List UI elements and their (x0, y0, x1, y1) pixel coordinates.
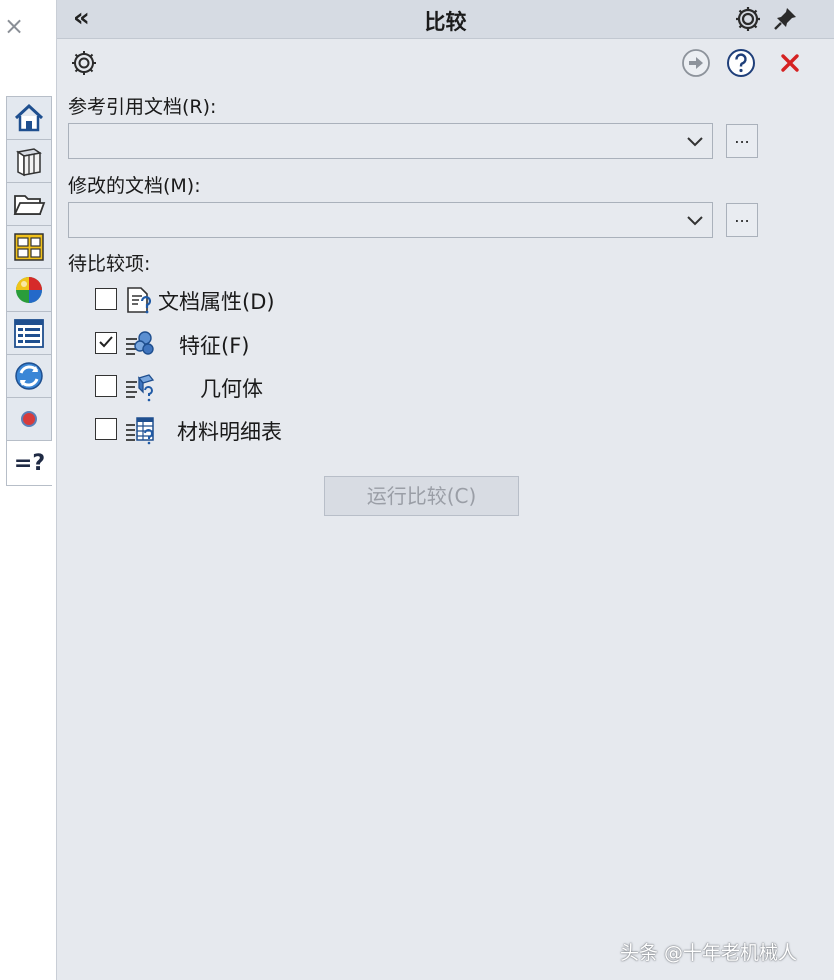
features-label: 特征(F) (179, 334, 250, 358)
geometry-checkbox[interactable] (95, 375, 117, 397)
compare-icon: =? (13, 450, 46, 476)
cancel-close-icon[interactable] (775, 48, 805, 78)
home-icon (14, 103, 44, 132)
chevron-down-icon (687, 137, 703, 147)
document-properties-label: 文档属性(D) (158, 290, 275, 314)
modified-doc-browse-button[interactable]: ... (726, 203, 758, 237)
tab-appearances[interactable] (6, 268, 52, 311)
books-icon (16, 148, 42, 177)
tab-solidworks-forum[interactable] (6, 397, 52, 440)
task-pane-strip: × =? (0, 0, 57, 980)
options-gear-icon[interactable] (69, 48, 99, 78)
palette-icon (14, 233, 44, 261)
task-pane-tabs: =? (6, 96, 54, 486)
tab-compare[interactable]: =? (6, 440, 52, 486)
chevron-down-icon (687, 216, 703, 226)
bom-icon (126, 417, 154, 445)
folder-icon (13, 195, 46, 215)
compare-items-label: 待比较项: (68, 253, 151, 275)
bom-label: 材料明细表 (177, 420, 282, 444)
document-properties-icon (127, 287, 152, 314)
tab-custom-properties[interactable] (6, 311, 52, 354)
geometry-icon (126, 374, 155, 402)
tab-solidworks-resources[interactable] (6, 354, 52, 397)
gear-icon[interactable] (733, 4, 763, 34)
checkmark-icon (99, 336, 113, 348)
modified-doc-select[interactable] (68, 202, 713, 238)
pane-title-bar: « 比较 (57, 0, 834, 39)
pin-icon[interactable] (773, 5, 799, 31)
tab-design-library[interactable] (6, 139, 52, 182)
arrow-right-icon[interactable] (681, 48, 711, 78)
properties-list-icon (14, 319, 44, 348)
run-compare-button[interactable]: 运行比较(C) (324, 476, 519, 516)
reference-doc-label: 参考引用文档(R): (68, 96, 217, 118)
modified-doc-label: 修改的文档(M): (68, 175, 201, 197)
tab-home[interactable] (6, 96, 52, 139)
close-icon[interactable]: × (2, 14, 26, 38)
red-dot-icon (21, 411, 37, 427)
compare-pane: « 比较 参考引用文档(R): ... 修改的文档(M): ... 待比较项: … (57, 0, 834, 980)
pane-title: 比较 (424, 10, 467, 34)
bom-checkbox[interactable] (95, 418, 117, 440)
refresh-globe-icon (15, 362, 43, 390)
appearance-ball-icon (16, 277, 42, 303)
document-properties-checkbox[interactable] (95, 288, 117, 310)
reference-doc-select[interactable] (68, 123, 713, 159)
features-icon (126, 331, 154, 355)
features-checkbox[interactable] (95, 332, 117, 354)
help-icon[interactable] (726, 48, 756, 78)
reference-doc-browse-button[interactable]: ... (726, 124, 758, 158)
geometry-label: 几何体 (200, 377, 263, 401)
tab-file-explorer[interactable] (6, 182, 52, 225)
tab-view-palette[interactable] (6, 225, 52, 268)
watermark: 头条 @十年老机械人 (620, 942, 798, 964)
